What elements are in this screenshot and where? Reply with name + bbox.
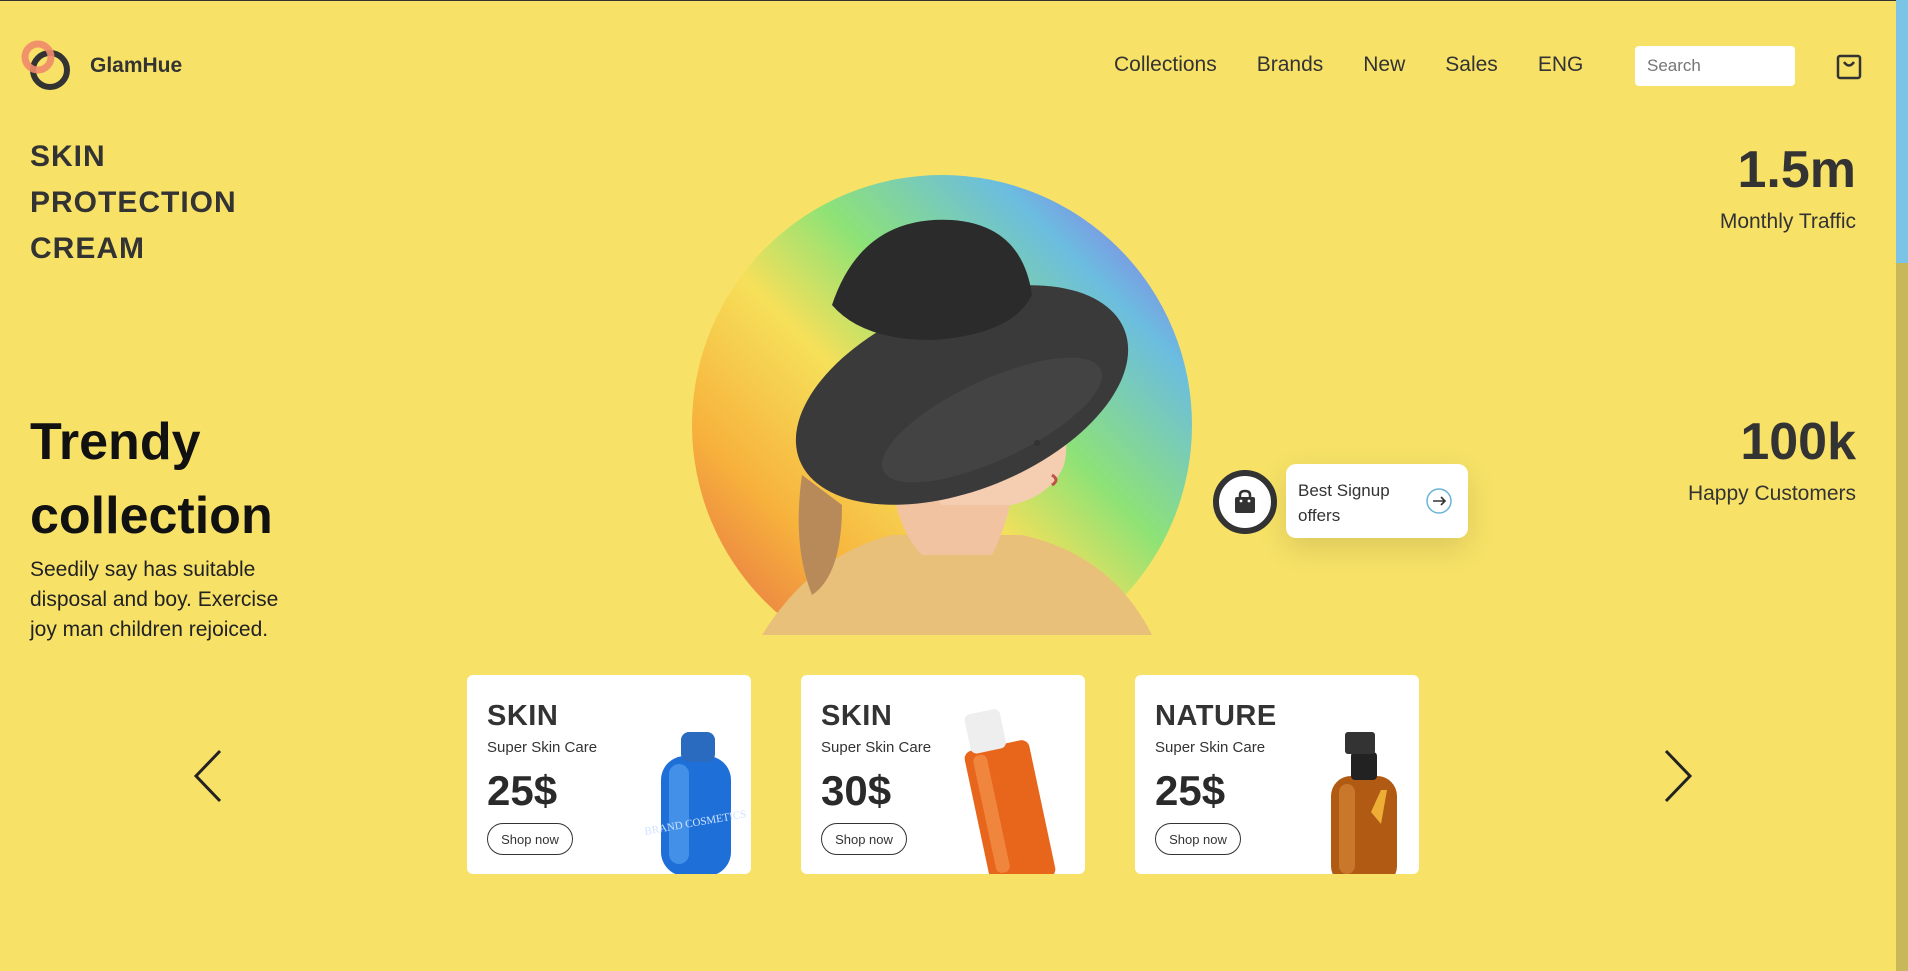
product-title-line: SKIN <box>30 140 106 173</box>
chevron-right-icon[interactable] <box>1658 746 1698 806</box>
shop-now-button[interactable]: Shop now <box>487 823 573 855</box>
signup-offer-card[interactable]: Best Signup offers <box>1286 464 1468 538</box>
product-price: 25$ <box>487 767 558 814</box>
stat-monthly-traffic: 1.5m Monthly Traffic <box>1556 140 1856 234</box>
product-title-line: CREAM <box>30 232 145 265</box>
blue-bottle-image: BRAND COSMETICS <box>644 732 747 874</box>
hero-model-image <box>692 175 1192 640</box>
product-price: 30$ <box>821 767 892 814</box>
product-title: SKIN PROTECTION CREAM <box>30 134 237 272</box>
chevron-left-icon[interactable] <box>188 746 228 806</box>
stat-label: Happy Customers <box>1687 482 1856 505</box>
product-price: 25$ <box>1155 767 1226 814</box>
hero-headline-line: collection <box>30 487 273 545</box>
nav-item-new[interactable]: New <box>1363 53 1405 77</box>
main-nav: Collections Brands New Sales ENG <box>1114 53 1583 77</box>
amber-bottle-image <box>1331 732 1397 874</box>
logo-rings-icon[interactable] <box>20 40 72 92</box>
nav-item-brands[interactable]: Brands <box>1257 53 1324 77</box>
shop-now-button[interactable]: Shop now <box>821 823 907 855</box>
signup-offer-text: Best Signup offers <box>1298 481 1390 525</box>
product-title-line: PROTECTION <box>30 186 237 219</box>
product-category: NATURE <box>1155 700 1277 732</box>
product-category: SKIN <box>821 700 893 732</box>
nav-item-sales[interactable]: Sales <box>1445 53 1498 77</box>
arrow-right-icon[interactable] <box>1426 488 1452 514</box>
product-subtitle: Super Skin Care <box>821 739 932 756</box>
stat-label: Monthly Traffic <box>1719 210 1856 233</box>
product-card[interactable]: NATURE Super Skin Care 25$ Shop now <box>1135 675 1419 874</box>
product-card[interactable]: SKIN Super Skin Care 25$ Shop now BRAND … <box>467 675 751 874</box>
shopping-bag-icon <box>1235 489 1255 513</box>
hero-description: Seedily say has suitable disposal and bo… <box>30 558 279 641</box>
product-card[interactable]: SKIN Super Skin Care 30$ Shop now <box>801 675 1085 874</box>
stat-happy-customers: 100k Happy Customers <box>1556 412 1856 506</box>
orange-bottle-image <box>964 709 1056 874</box>
hero-headline: Trendy collection <box>30 405 273 553</box>
brand-name[interactable]: GlamHue <box>90 54 182 78</box>
shop-now-button[interactable]: Shop now <box>1155 823 1241 855</box>
stat-value: 1.5m <box>1737 141 1856 199</box>
product-subtitle: Super Skin Care <box>487 739 598 756</box>
language-selector[interactable]: ENG <box>1538 53 1584 77</box>
signup-bag-button[interactable] <box>1213 470 1277 534</box>
cart-icon[interactable] <box>1836 52 1862 80</box>
product-category: SKIN <box>487 700 559 732</box>
nav-item-collections[interactable]: Collections <box>1114 53 1217 77</box>
product-subtitle: Super Skin Care <box>1155 739 1266 756</box>
search-input[interactable] <box>1635 46 1795 86</box>
scrollbar-thumb[interactable] <box>1896 0 1908 263</box>
hero-headline-line: Trendy <box>30 413 201 471</box>
stat-value: 100k <box>1740 413 1856 471</box>
